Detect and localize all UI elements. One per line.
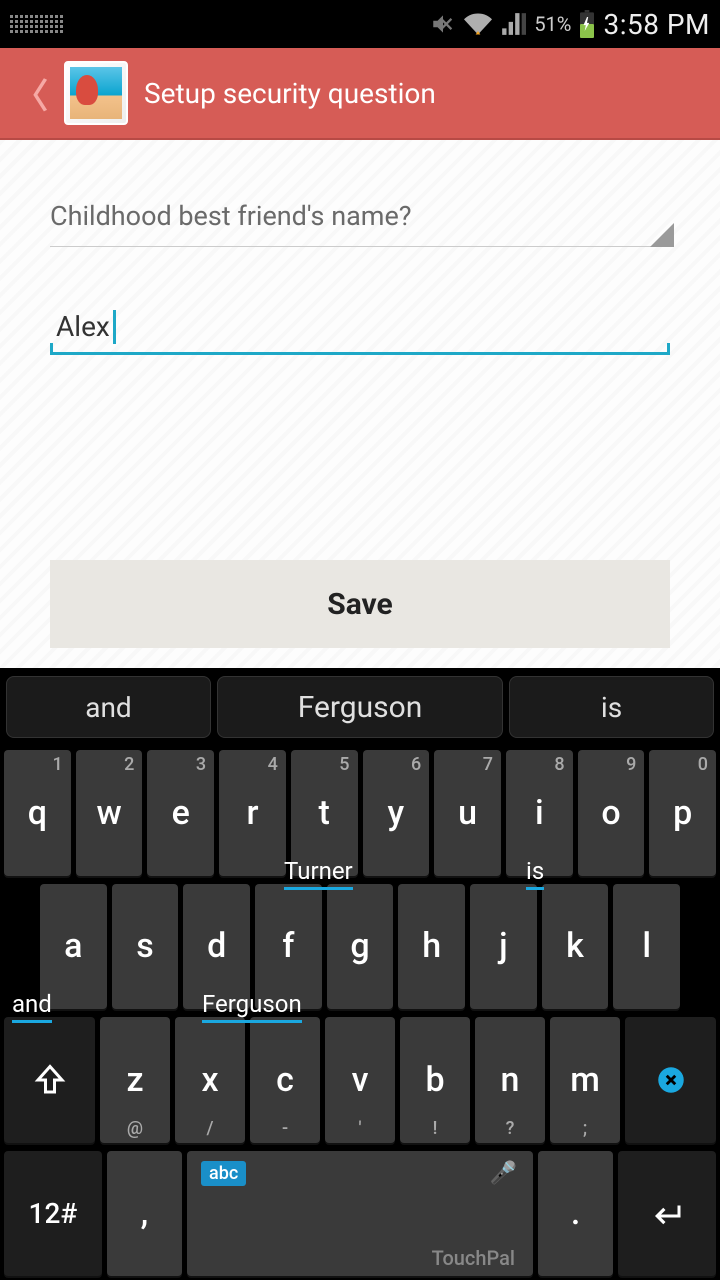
key-e[interactable]: 3e [147, 750, 214, 876]
key-backspace[interactable] [625, 1017, 716, 1143]
back-button[interactable]: 〈 [14, 69, 48, 118]
app-icon [64, 61, 128, 125]
key-j[interactable]: j [470, 884, 537, 1010]
suggestion-1[interactable]: and [6, 676, 211, 738]
key-i[interactable]: 8i [506, 750, 573, 876]
key-b[interactable]: b! [400, 1017, 470, 1143]
key-row-3: z@ x/ c- v' b! n? m; [4, 1017, 716, 1143]
key-d[interactable]: d [183, 884, 250, 1010]
page-title: Setup security question [144, 77, 436, 110]
battery-icon [579, 10, 595, 38]
status-clock: 3:58 PM [603, 8, 710, 41]
status-bar: 51% 3:58 PM [0, 0, 720, 48]
key-o[interactable]: 9o [578, 750, 645, 876]
key-a[interactable]: a [40, 884, 107, 1010]
save-button[interactable]: Save [50, 560, 670, 648]
key-l[interactable]: l [613, 884, 680, 1010]
keyboard-brand: TouchPal [432, 1246, 515, 1270]
mic-icon: 🎤 [490, 1161, 517, 1186]
key-row-2: a s d f g h j k l and Ferguson [4, 884, 716, 1010]
security-question-spinner[interactable]: Childhood best friend's name? [50, 200, 670, 247]
key-comma[interactable]: , [107, 1151, 182, 1277]
key-numlock[interactable]: 12# [4, 1151, 102, 1277]
content-area: Childhood best friend's name? Alex Save [0, 140, 720, 668]
key-row-4: 12# , abc 🎤 TouchPal . [4, 1151, 716, 1277]
text-cursor [113, 310, 116, 344]
key-y[interactable]: 6y [363, 750, 430, 876]
dropdown-indicator-icon [650, 223, 674, 247]
key-h[interactable]: h [398, 884, 465, 1010]
suggestion-bar: and Ferguson is [0, 668, 720, 746]
soft-keyboard: and Ferguson is 1q 2w 3e 4r 5t 6y 7u 8i … [0, 668, 720, 1280]
key-x[interactable]: x/ [175, 1017, 245, 1143]
answer-input[interactable]: Alex [50, 301, 670, 355]
key-shift[interactable] [4, 1017, 95, 1143]
key-m[interactable]: m; [550, 1017, 620, 1143]
app-bar: 〈 Setup security question [0, 48, 720, 140]
key-z[interactable]: z@ [100, 1017, 170, 1143]
key-enter[interactable] [618, 1151, 716, 1277]
battery-percent: 51% [534, 12, 571, 36]
key-s[interactable]: s [112, 884, 179, 1010]
key-g[interactable]: g [327, 884, 394, 1010]
key-k[interactable]: k [542, 884, 609, 1010]
mute-icon [430, 11, 456, 37]
wifi-icon [464, 10, 492, 38]
hw-keyboard-icon [10, 15, 63, 33]
save-button-label: Save [327, 587, 393, 622]
key-q[interactable]: 1q [4, 750, 71, 876]
key-f[interactable]: f [255, 884, 322, 1010]
key-row-1: 1q 2w 3e 4r 5t 6y 7u 8i 9o 0p Turner is [4, 750, 716, 876]
answer-input-value: Alex [56, 310, 116, 346]
key-c[interactable]: c- [250, 1017, 320, 1143]
key-n[interactable]: n? [475, 1017, 545, 1143]
key-space[interactable]: abc 🎤 TouchPal [187, 1151, 533, 1277]
key-w[interactable]: 2w [76, 750, 143, 876]
key-period[interactable]: . [538, 1151, 613, 1277]
key-r[interactable]: 4r [219, 750, 286, 876]
key-p[interactable]: 0p [649, 750, 716, 876]
security-question-text: Childhood best friend's name? [50, 200, 412, 232]
key-u[interactable]: 7u [434, 750, 501, 876]
signal-icon [500, 11, 526, 37]
abc-mode-badge: abc [201, 1161, 246, 1186]
key-v[interactable]: v' [325, 1017, 395, 1143]
suggestion-2[interactable]: Ferguson [217, 676, 503, 738]
suggestion-3[interactable]: is [509, 676, 714, 738]
key-t[interactable]: 5t [291, 750, 358, 876]
